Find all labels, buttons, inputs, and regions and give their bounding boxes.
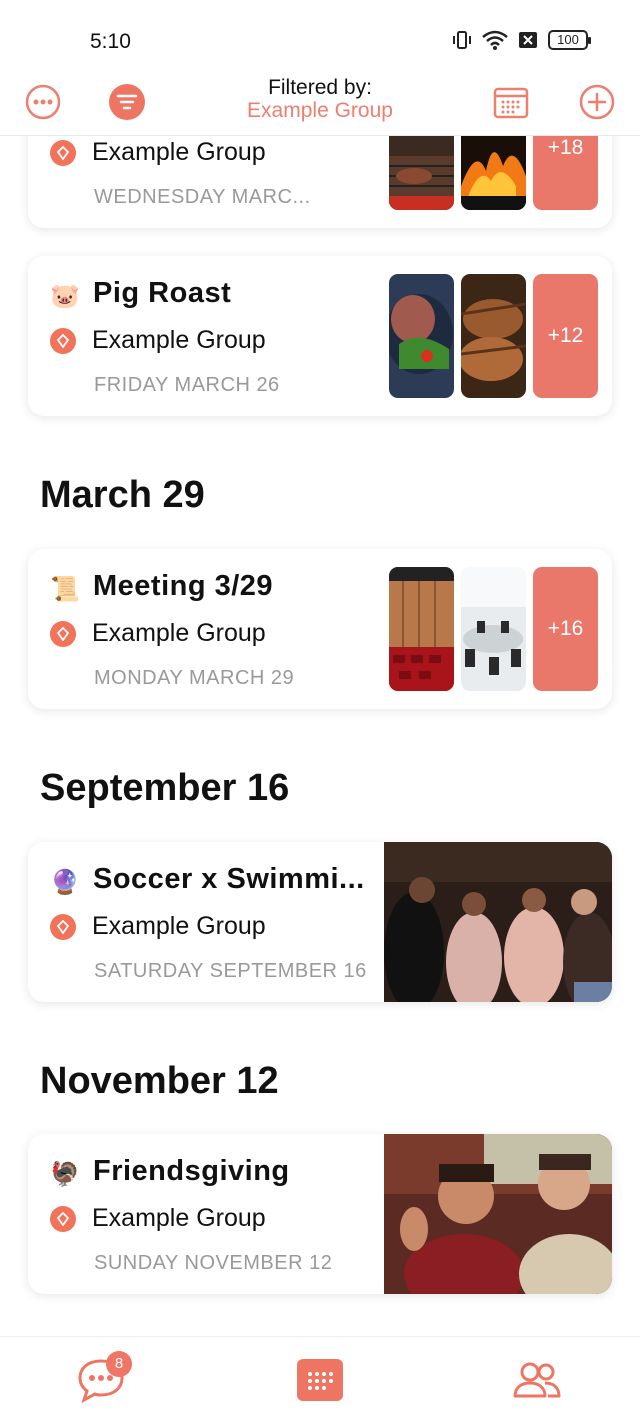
event-photo[interactable]: [461, 274, 526, 398]
group-icon: [50, 327, 76, 354]
bottom-navigation: 8: [0, 1336, 640, 1422]
event-photos[interactable]: +12: [389, 274, 598, 398]
wifi-icon: [482, 30, 508, 50]
event-card[interactable]: 🔮 Soccer x Swimmi... Example Group SATUR…: [28, 842, 612, 1002]
people-icon: [513, 1362, 561, 1398]
group-row: Example Group: [50, 619, 266, 648]
event-date: SUNDAY NOVEMBER 12: [94, 1252, 333, 1274]
event-cover-photo[interactable]: [384, 1134, 612, 1294]
date-section-header: September 16: [40, 767, 290, 809]
event-group: Example Group: [92, 619, 266, 647]
event-card[interactable]: 📜 Meeting 3/29 Example Group MONDAY MARC…: [28, 549, 612, 709]
group-icon: [50, 139, 76, 166]
nav-chat[interactable]: 8: [76, 1351, 132, 1405]
calendar-grid-icon: [297, 1359, 343, 1401]
calendar-view-button[interactable]: [493, 84, 529, 120]
event-title: Pig Roast: [93, 277, 232, 309]
event-card[interactable]: Example Group WEDNESDAY MARC... +18: [28, 136, 612, 228]
calendar-icon: [493, 87, 529, 119]
event-card[interactable]: 🦃 Friendsgiving Example Group SUNDAY NOV…: [28, 1134, 612, 1294]
status-time: 5:10: [90, 30, 131, 53]
event-list[interactable]: Example Group WEDNESDAY MARC... +18 🐷 Pi…: [0, 136, 640, 1336]
plus-icon: [579, 84, 615, 120]
event-photos[interactable]: +16: [389, 567, 598, 691]
event-group: Example Group: [92, 138, 266, 166]
filter-title: Filtered by: Example Group: [0, 77, 640, 123]
event-photo[interactable]: [389, 136, 454, 210]
group-row: Example Group: [50, 1204, 266, 1233]
more-photos-count[interactable]: +12: [533, 274, 598, 398]
event-date: SATURDAY SEPTEMBER 16: [94, 960, 367, 982]
event-date: WEDNESDAY MARC...: [94, 186, 311, 208]
event-title: Soccer x Swimmi...: [93, 863, 365, 895]
event-date: FRIDAY MARCH 26: [94, 374, 280, 396]
event-title: Meeting 3/29: [93, 570, 274, 602]
event-cover-photo[interactable]: [384, 842, 612, 1002]
event-group: Example Group: [92, 1204, 266, 1232]
filter-value[interactable]: Example Group: [0, 99, 640, 123]
group-icon: [50, 620, 76, 647]
event-photos[interactable]: +18: [389, 136, 598, 210]
status-icons: 100: [452, 30, 591, 50]
crystal-ball-emoji-icon: 🔮: [50, 869, 80, 896]
event-card[interactable]: 🐷 Pig Roast Example Group FRIDAY MARCH 2…: [28, 256, 612, 416]
battery-indicator: 100: [548, 30, 591, 50]
top-header: Filtered by: Example Group: [0, 70, 640, 136]
vibrate-icon: [453, 31, 471, 49]
nav-people[interactable]: [512, 1355, 562, 1405]
pig-emoji-icon: 🐷: [50, 283, 80, 310]
nav-events[interactable]: [295, 1355, 345, 1405]
event-photo[interactable]: [389, 567, 454, 691]
filtered-by-label: Filtered by:: [268, 76, 372, 99]
turkey-emoji-icon: 🦃: [50, 1161, 80, 1188]
date-section-header: November 12: [40, 1060, 279, 1102]
group-row: Example Group: [50, 138, 266, 167]
group-row: Example Group: [50, 912, 266, 941]
scroll-emoji-icon: 📜: [50, 576, 80, 603]
event-photo[interactable]: [461, 567, 526, 691]
event-photo[interactable]: [461, 136, 526, 210]
event-photo[interactable]: [389, 274, 454, 398]
sim-off-icon: [519, 32, 537, 48]
status-bar: 5:10 100: [0, 0, 640, 70]
more-photos-count[interactable]: +18: [533, 136, 598, 210]
event-date: MONDAY MARCH 29: [94, 667, 295, 689]
event-group: Example Group: [92, 912, 266, 940]
group-icon: [50, 1205, 76, 1232]
event-group: Example Group: [92, 326, 266, 354]
event-title: Friendsgiving: [93, 1155, 290, 1187]
chat-unread-badge: 8: [106, 1351, 132, 1377]
more-photos-count[interactable]: +16: [533, 567, 598, 691]
group-row: Example Group: [50, 326, 266, 355]
group-icon: [50, 913, 76, 940]
date-section-header: March 29: [40, 474, 205, 516]
add-event-button[interactable]: [579, 84, 615, 120]
